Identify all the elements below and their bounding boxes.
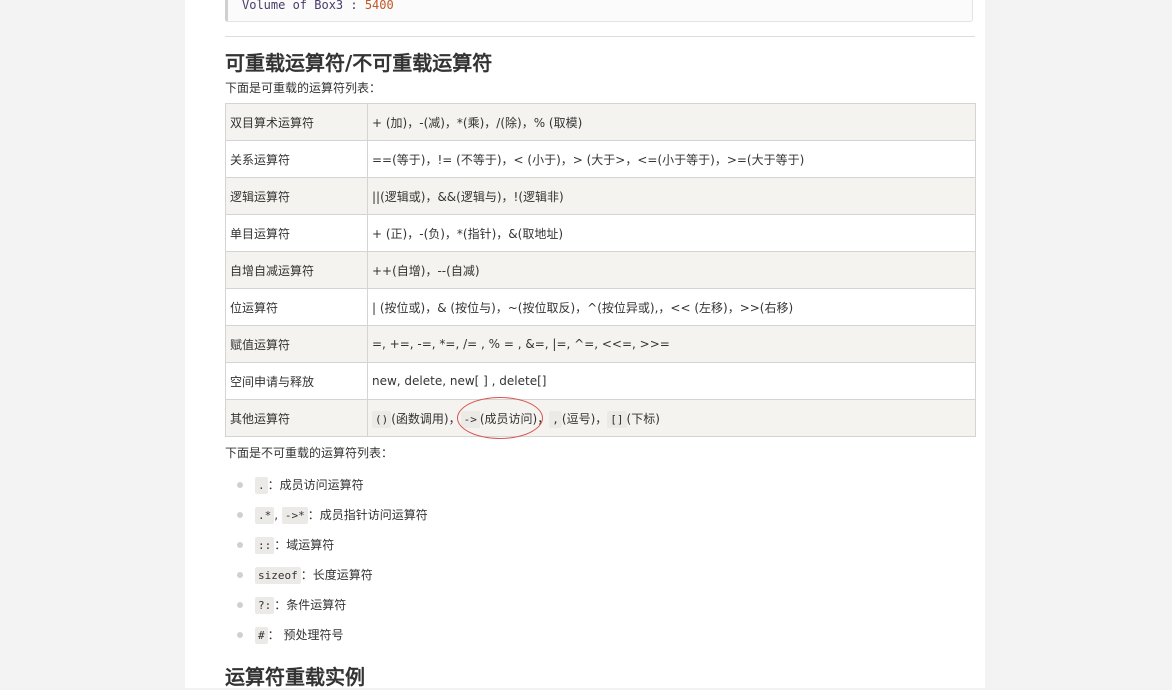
table-row: 空间申请与释放 new, delete, new[ ] , delete[]: [225, 362, 976, 400]
non-overloadable-list: . ：成员访问运算符 .*, ->* ：成员指针访问运算符:: ：域运算符 sizeof：…: [235, 470, 428, 650]
operator-code: .: [255, 477, 268, 494]
operator-category: 自增自减运算符: [225, 251, 368, 289]
list-item: .*, ->* ：成员指针访问运算符: [235, 500, 428, 530]
overloadable-operators-table: 双目算术运算符 + (加)，-(减)，*(乘)，/(除)，% (取模) 关系运算符 =…: [225, 103, 976, 439]
table-row: 自增自减运算符 ++(自增)，--(自减): [225, 251, 976, 289]
comma-operator-label: (逗号)，: [561, 411, 608, 426]
code-output-line: Volume of Box3 : 5400: [242, 0, 394, 12]
operator-code: ?:: [255, 597, 275, 614]
list-item: sizeof ：长度运算符: [235, 560, 428, 590]
table-row: 单目运算符 + (正)，-(负)，*(指针)，&(取地址): [225, 214, 976, 252]
operator-list: =, +=, -=, *=, /= , % = , &=, |=, ^=, <<…: [367, 325, 976, 363]
operator-code: sizeof: [255, 567, 301, 584]
call-operator-code: (): [372, 410, 392, 428]
section-heading-operators: 可重载运算符/不可重载运算符: [225, 51, 493, 75]
operator-list: + (正)，-(负)，*(指针)，&(取地址): [367, 214, 976, 252]
operator-list: ==(等于)，!= (不等于)，< (小于)，> (大于>，<=(小于等于)，>…: [367, 140, 976, 178]
bullet-icon: [237, 632, 243, 638]
operator-list: + (加)，-(减)，*(乘)，/(除)，% (取模): [367, 103, 976, 141]
bullet-icon: [237, 542, 243, 548]
bullet-icon: [237, 482, 243, 488]
operator-description: ： 预处理符号: [267, 628, 344, 642]
overloadable-intro: 下面是可重载的运算符列表：: [225, 81, 382, 95]
member-access-highlight: -> (成员访问): [456, 396, 543, 439]
operator-category: 单目运算符: [225, 214, 368, 252]
table-row: 赋值运算符 =, +=, -=, *=, /= , % = , &=, |=, ^…: [225, 325, 976, 363]
operator-category: 逻辑运算符: [225, 177, 368, 215]
operator-list: ++(自增)，--(自减): [367, 251, 976, 289]
bullet-icon: [237, 602, 243, 608]
index-operator-code: []: [607, 410, 627, 428]
article-content: Volume of Box3 : 5400 可重载运算符/不可重载运算符 下面是…: [185, 0, 985, 689]
call-operator-label: (函数调用)，: [391, 411, 461, 426]
operator-category: 空间申请与释放: [225, 362, 368, 400]
operator-description: ：域运算符: [274, 538, 335, 552]
operator-code: #: [255, 627, 268, 644]
separator: ,: [274, 508, 282, 522]
table-row: 其他运算符() (函数调用)， -> (成员访问)，, (逗号)，[] (下标): [225, 396, 976, 439]
table-row: 双目算术运算符 + (加)，-(减)，*(乘)，/(除)，% (取模): [225, 103, 976, 141]
operator-category: 位运算符: [225, 288, 368, 326]
operator-list: ||(逻辑或)，&&(逻辑与)，!(逻辑非): [367, 177, 976, 215]
bullet-icon: [237, 512, 243, 518]
section-divider: [225, 36, 975, 37]
operator-description: ：条件运算符: [274, 598, 347, 612]
operator-code: ::: [255, 537, 275, 554]
operator-list: new, delete, new[ ] , delete[]: [367, 362, 976, 400]
comma-operator-code: ,: [549, 410, 562, 428]
section-heading-example: 运算符重载实例: [225, 665, 365, 689]
list-item: :: ：域运算符: [235, 530, 428, 560]
operator-category: 关系运算符: [225, 140, 368, 178]
code-output-label: Volume of Box3 :: [242, 0, 365, 12]
highlight-circle: [456, 396, 543, 439]
code-output-block: Volume of Box3 : 5400: [225, 0, 973, 22]
table-row: 逻辑运算符 ||(逻辑或)，&&(逻辑与)，!(逻辑非): [225, 177, 976, 215]
operator-description: ：长度运算符: [300, 568, 373, 582]
index-operator-label: (下标): [626, 411, 660, 426]
operator-code: .*: [255, 507, 275, 524]
operator-category: 双目算术运算符: [225, 103, 368, 141]
non-overloadable-intro: 下面是不可重载的运算符列表：: [225, 446, 394, 460]
operator-description: ：成员访问运算符: [267, 478, 364, 492]
operator-description: ：成员指针访问运算符: [307, 508, 428, 522]
code-output-value: 5400: [364, 0, 394, 12]
list-item: . ：成员访问运算符: [235, 470, 428, 500]
operator-code: ->*: [281, 507, 308, 524]
operator-category: 其他运算符: [225, 399, 368, 437]
table-row: 位运算符 | (按位或)，& (按位与)，~(按位取反)，^(按位异或),，<< …: [225, 288, 976, 326]
bullet-icon: [237, 572, 243, 578]
operator-list: | (按位或)，& (按位与)，~(按位取反)，^(按位异或),，<< (左移)…: [367, 288, 976, 326]
table-row: 关系运算符 ==(等于)，!= (不等于)，< (小于)，> (大于>，<=(小于…: [225, 140, 976, 178]
operator-list: () (函数调用)， -> (成员访问)，, (逗号)，[] (下标): [367, 396, 976, 439]
operator-category: 赋值运算符: [225, 325, 368, 363]
list-item: #： 预处理符号: [235, 620, 428, 650]
list-item: ?: ：条件运算符: [235, 590, 428, 620]
